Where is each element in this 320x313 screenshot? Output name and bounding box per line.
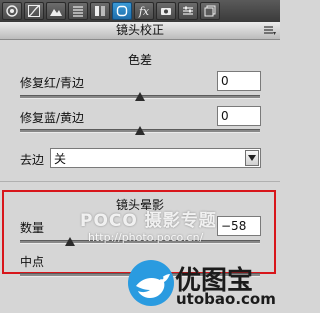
snapshots-tab[interactable] bbox=[200, 2, 220, 20]
tone-curve-icon bbox=[28, 5, 40, 17]
red-cyan-value-field[interactable]: 0 bbox=[217, 71, 261, 91]
poco-watermark-url: http://photo.poco.cn/ bbox=[88, 231, 204, 244]
chromatic-aberration-title: 色差 bbox=[127, 53, 152, 67]
detail-tab[interactable] bbox=[68, 2, 88, 20]
blue-yellow-slider-thumb[interactable] bbox=[135, 126, 145, 135]
amount-value-field[interactable]: −58 bbox=[217, 216, 261, 236]
midpoint-label: 中点 bbox=[20, 255, 45, 269]
amount-label: 数量 bbox=[20, 221, 45, 235]
mountains-icon bbox=[50, 5, 62, 17]
lens-correction-icon bbox=[116, 5, 128, 17]
blue-yellow-label: 修复蓝/黄边 bbox=[20, 111, 85, 125]
poco-watermark-text: POCO 摄影专题 bbox=[80, 211, 217, 231]
blue-yellow-value-field[interactable]: 0 bbox=[217, 106, 261, 126]
panel-title: 镜头校正 bbox=[115, 23, 164, 37]
defringe-selected-value: 关 bbox=[54, 152, 67, 166]
red-cyan-label: 修复红/青边 bbox=[20, 76, 85, 90]
tone-curve-tab[interactable] bbox=[24, 2, 44, 20]
panel-menu-icon[interactable] bbox=[264, 25, 276, 36]
split-tone-tab[interactable] bbox=[46, 2, 66, 20]
camera-calibration-tab[interactable] bbox=[156, 2, 176, 20]
panel-header: 镜头校正 bbox=[0, 22, 280, 40]
defringe-select[interactable]: 关 bbox=[50, 148, 261, 168]
utobao-bird-logo bbox=[126, 256, 176, 308]
aperture-icon bbox=[6, 5, 18, 17]
presets-tab[interactable] bbox=[178, 2, 198, 20]
amount-slider-thumb[interactable] bbox=[65, 237, 76, 246]
panel-toolbar: fx bbox=[0, 0, 280, 22]
snapshots-icon bbox=[204, 5, 216, 17]
defringe-label: 去边 bbox=[20, 153, 45, 167]
presets-icon bbox=[182, 5, 194, 17]
basic-tab[interactable] bbox=[2, 2, 22, 20]
lens-correction-tab[interactable] bbox=[112, 2, 132, 20]
fx-icon: fx bbox=[138, 4, 150, 18]
effects-tab[interactable]: fx bbox=[134, 2, 154, 20]
section-divider bbox=[0, 181, 280, 182]
utobao-site-text: utobao.com bbox=[176, 290, 276, 308]
red-cyan-slider-thumb[interactable] bbox=[135, 92, 145, 101]
hsl-icon bbox=[94, 5, 106, 17]
detail-lines-icon bbox=[72, 5, 84, 17]
camera-icon bbox=[160, 5, 172, 17]
hsl-tab[interactable] bbox=[90, 2, 110, 20]
chevron-down-icon[interactable] bbox=[245, 150, 259, 166]
